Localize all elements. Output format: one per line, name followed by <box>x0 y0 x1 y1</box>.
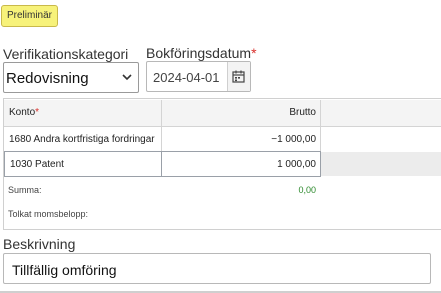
konto-cell[interactable]: 1680 Andra kortfristiga fordringar <box>4 127 162 153</box>
chevron-down-icon <box>122 74 132 81</box>
calendar-icon <box>232 70 245 83</box>
transaction-table: Konto* Brutto 1680 Andra kortfristiga fo… <box>3 98 441 230</box>
brutto-input[interactable]: 1 000,00 <box>162 151 321 177</box>
description-input[interactable]: Tillfällig omföring <box>3 253 431 284</box>
booking-date-label: Bokföringsdatum* <box>146 45 257 61</box>
moms-label: Tolkat momsbelopp: <box>8 209 89 219</box>
column-header-brutto[interactable]: Brutto <box>162 100 321 126</box>
summa-value: 0,00 <box>298 185 316 195</box>
calendar-button[interactable] <box>227 62 250 91</box>
konto-input[interactable]: 1030 Patent <box>4 151 162 177</box>
category-select-value: Redovisning <box>6 70 89 87</box>
table-row[interactable]: 1680 Andra kortfristiga fordringar −1 00… <box>4 127 441 154</box>
description-value: Tillfällig omföring <box>12 262 117 278</box>
empty-cell <box>321 152 441 176</box>
column-header-konto[interactable]: Konto* <box>4 100 162 126</box>
required-mark: * <box>35 107 40 118</box>
booking-date-field[interactable]: 2024-04-01 <box>146 61 251 92</box>
table-row[interactable]: 1030 Patent 1 000,00 <box>4 151 441 177</box>
brutto-cell[interactable]: −1 000,00 <box>162 127 321 153</box>
summa-label: Summa: <box>8 185 42 195</box>
description-label: Beskrivning <box>3 236 76 252</box>
booking-date-value: 2024-04-01 <box>153 70 220 85</box>
column-header-empty <box>321 100 441 126</box>
status-badge: Preliminär <box>1 5 58 27</box>
column-header-konto-label: Konto <box>9 107 36 118</box>
empty-cell <box>321 127 441 153</box>
category-label: Verifikationskategori <box>3 46 129 62</box>
required-mark: * <box>251 45 257 61</box>
category-select[interactable]: Redovisning <box>3 62 139 93</box>
table-header: Konto* Brutto <box>4 100 441 127</box>
booking-date-label-text: Bokföringsdatum <box>146 45 252 61</box>
